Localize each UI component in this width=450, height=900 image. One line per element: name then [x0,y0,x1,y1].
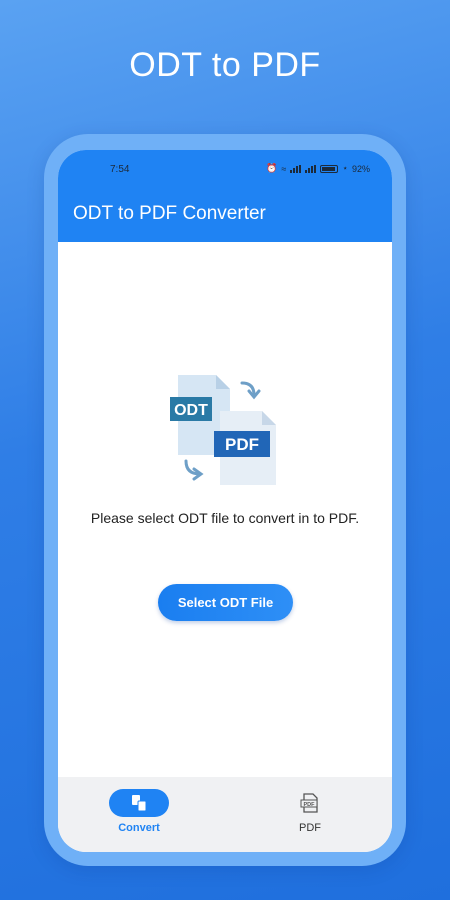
app-title: ODT to PDF Converter [73,203,266,224]
pdf-label: PDF [225,435,259,454]
alarm-icon: ⏰ [266,163,278,173]
battery-percent: 92% [351,163,370,174]
pdf-file-icon: PDF [214,411,276,485]
odt-to-pdf-illustration: ODT PDF [170,375,276,485]
battery-icon [320,164,339,173]
status-time: 7:54 [110,164,130,175]
odt-label: ODT [174,402,208,419]
nav-item-convert[interactable]: Convert [84,789,194,834]
instruction-text: Please select ODT file to convert in to … [90,510,360,526]
arrow-left-icon [184,459,204,481]
nav-label-pdf: PDF [299,822,321,834]
wifi-icon: ≈ [281,163,287,174]
nav-item-pdf[interactable]: PDF PDF [255,789,365,834]
select-odt-file-button[interactable]: Select ODT File [158,584,293,621]
convert-icon [109,789,169,817]
app-bar: 7:54 ⏰ ≈ ⋆ 92% ODT to PDF Converter [58,150,392,242]
charging-icon: ⋆ [342,163,348,173]
signal-icon [290,164,302,173]
arrow-right-icon [240,381,261,400]
svg-text:PDF: PDF [304,802,316,808]
pdf-file-icon: PDF [280,789,340,817]
signal-icon-2 [305,164,317,173]
phone-screen: 7:54 ⏰ ≈ ⋆ 92% ODT to PDF Converter ODT … [58,150,392,852]
promo-title: ODT to PDF [129,46,321,84]
bottom-navigation: Convert PDF PDF [58,777,392,852]
status-bar: 7:54 ⏰ ≈ ⋆ 92% [58,163,392,178]
nav-label-convert: Convert [118,822,160,834]
status-icons: ⏰ ≈ ⋆ 92% [266,163,370,174]
